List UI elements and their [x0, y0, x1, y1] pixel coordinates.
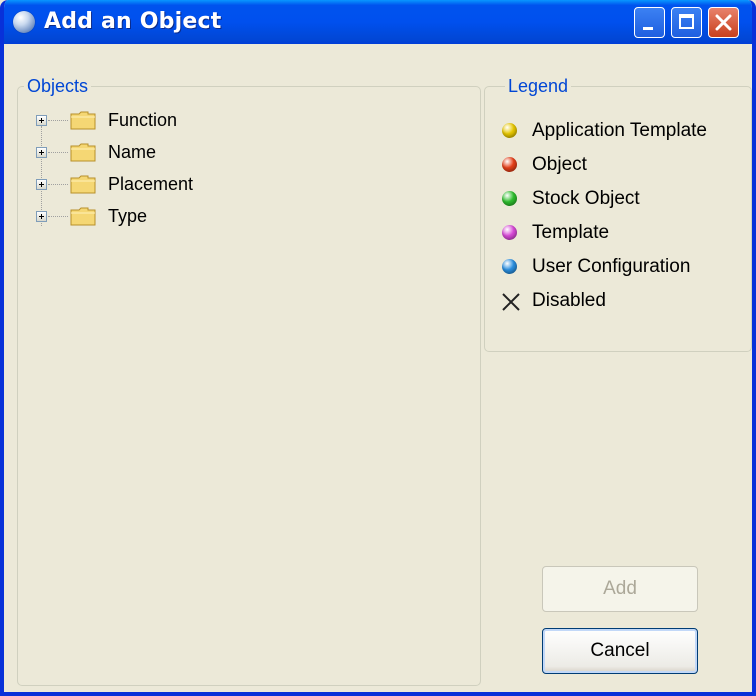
legend-item: User Configuration	[500, 254, 740, 288]
folder-icon	[70, 207, 96, 226]
minimize-button[interactable]	[634, 7, 665, 38]
maximize-icon	[679, 14, 694, 29]
app-globe-icon	[13, 11, 35, 33]
x-icon	[502, 293, 520, 311]
tree-node-type[interactable]: Type	[36, 204, 336, 236]
title-bar[interactable]: Add an Object	[4, 0, 752, 44]
close-icon	[715, 14, 732, 31]
legend-item: Stock Object	[500, 186, 740, 220]
magenta-ball-icon	[502, 225, 517, 240]
tree-node-placement[interactable]: Placement	[36, 172, 336, 204]
tree-node-label: Placement	[108, 174, 194, 194]
folder-icon	[70, 175, 96, 194]
yellow-ball-icon	[502, 123, 517, 138]
legend-list: Application Template Object Stock Object…	[500, 118, 740, 322]
minimize-icon	[643, 27, 653, 30]
legend-item: Disabled	[500, 288, 740, 322]
green-ball-icon	[502, 191, 517, 206]
red-ball-icon	[502, 157, 517, 172]
folder-icon	[70, 143, 96, 162]
expand-plus-icon[interactable]	[36, 211, 47, 222]
tree-node-label: Function	[108, 110, 178, 130]
folder-icon	[70, 111, 96, 130]
expand-plus-icon[interactable]	[36, 147, 47, 158]
legend-label: Disabled	[532, 290, 606, 311]
blue-ball-icon	[502, 259, 517, 274]
close-button[interactable]	[708, 7, 739, 38]
legend-label: Object	[532, 154, 587, 175]
tree-node-function[interactable]: Function	[36, 108, 336, 140]
objects-tree[interactable]: Function Name Placement Type	[36, 108, 336, 236]
tree-node-name[interactable]: Name	[36, 140, 336, 172]
tree-node-label: Name	[108, 142, 157, 162]
add-button[interactable]: Add	[542, 566, 698, 612]
legend-label: Template	[532, 222, 610, 243]
objects-group-label: Objects	[24, 76, 92, 97]
legend-group-label: Legend	[505, 76, 572, 97]
legend-item: Application Template	[500, 118, 740, 152]
expand-plus-icon[interactable]	[36, 179, 47, 190]
legend-label: Stock Object	[532, 188, 640, 209]
expand-plus-icon[interactable]	[36, 115, 47, 126]
window-title: Add an Object	[44, 9, 222, 34]
maximize-button[interactable]	[671, 7, 702, 38]
legend-label: Application Template	[532, 120, 707, 141]
legend-label: User Configuration	[532, 256, 691, 277]
cancel-button[interactable]: Cancel	[542, 628, 698, 674]
legend-item: Object	[500, 152, 740, 186]
tree-node-label: Type	[108, 206, 148, 226]
legend-item: Template	[500, 220, 740, 254]
